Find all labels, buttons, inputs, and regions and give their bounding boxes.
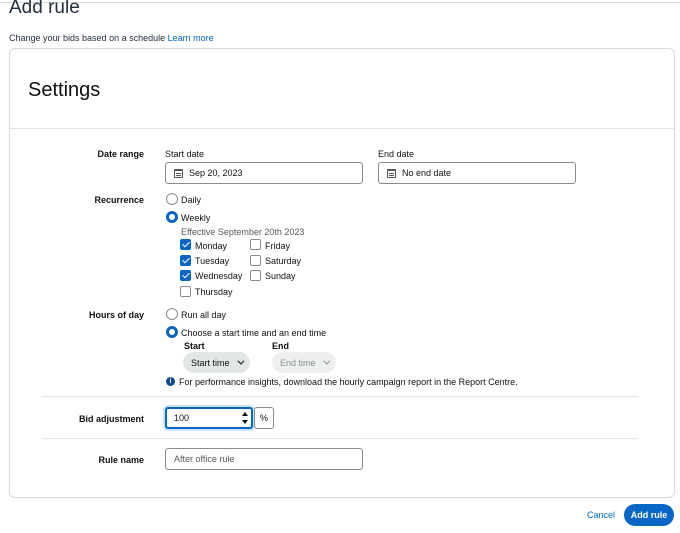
end-date-input[interactable]: No end date bbox=[378, 162, 576, 184]
end-date-value: No end date bbox=[402, 168, 452, 178]
daily-option-label: Daily bbox=[181, 195, 202, 205]
page-title: Add rule bbox=[9, 0, 80, 18]
rule-name-input[interactable]: After office rule bbox=[165, 448, 363, 470]
date-range-label: Date range bbox=[97, 149, 144, 159]
start-time-dropdown[interactable]: Start time bbox=[183, 352, 250, 373]
hourly-report-info: For performance insights, download the h… bbox=[179, 377, 518, 387]
thursday-checkbox[interactable] bbox=[180, 286, 191, 297]
wednesday-label: Wednesday bbox=[195, 271, 243, 281]
cancel-button[interactable]: Cancel bbox=[587, 510, 615, 520]
learn-more-link[interactable]: Learn more bbox=[168, 33, 214, 43]
settings-header-divider bbox=[10, 128, 674, 129]
custom-hours-radio[interactable] bbox=[166, 326, 178, 338]
settings-card: Settings Date range Start date Sep 20, 2… bbox=[9, 48, 675, 498]
bid-adjustment-value: 100 bbox=[174, 413, 190, 423]
hours-of-day-label: Hours of day bbox=[88, 310, 144, 320]
end-date-label: End date bbox=[378, 149, 415, 159]
tuesday-checkbox[interactable] bbox=[180, 255, 191, 266]
run-all-day-label: Run all day bbox=[181, 310, 227, 320]
start-date-value: Sep 20, 2023 bbox=[189, 168, 243, 178]
start-date-input[interactable]: Sep 20, 2023 bbox=[165, 162, 363, 184]
end-time-dropdown[interactable]: End time bbox=[272, 352, 336, 373]
weekly-option-label: Weekly bbox=[181, 213, 211, 223]
tuesday-label: Tuesday bbox=[195, 256, 230, 266]
recurrence-label: Recurrence bbox=[94, 195, 144, 205]
bid-adjustment-label: Bid adjustment bbox=[78, 414, 144, 424]
start-time-label: Start bbox=[184, 341, 205, 351]
percent-unit: % bbox=[254, 407, 274, 429]
section-divider bbox=[42, 396, 638, 397]
weekly-radio[interactable] bbox=[166, 211, 178, 223]
custom-hours-label: Choose a start time and an end time bbox=[181, 328, 327, 338]
wednesday-checkbox[interactable] bbox=[180, 270, 191, 281]
saturday-checkbox[interactable] bbox=[250, 255, 261, 266]
top-divider bbox=[0, 2, 680, 3]
chevron-down-icon bbox=[236, 357, 244, 365]
run-all-day-radio[interactable] bbox=[166, 308, 178, 320]
section-divider bbox=[42, 438, 638, 439]
calendar-icon bbox=[387, 168, 396, 178]
thursday-label: Thursday bbox=[195, 287, 233, 297]
end-time-label: End bbox=[272, 341, 289, 351]
saturday-label: Saturday bbox=[265, 256, 302, 266]
stepper-arrows-icon[interactable] bbox=[242, 412, 248, 424]
rule-name-value: After office rule bbox=[174, 454, 235, 464]
add-rule-button[interactable]: Add rule bbox=[624, 504, 674, 526]
start-date-label: Start date bbox=[165, 149, 205, 159]
monday-label: Monday bbox=[195, 241, 228, 251]
daily-radio[interactable] bbox=[166, 193, 178, 205]
settings-title: Settings bbox=[28, 79, 101, 101]
info-icon: i bbox=[166, 377, 175, 386]
monday-checkbox[interactable] bbox=[180, 239, 191, 250]
calendar-icon bbox=[174, 168, 183, 178]
friday-label: Friday bbox=[265, 241, 291, 251]
start-time-value: Start time bbox=[191, 357, 230, 368]
friday-checkbox[interactable] bbox=[250, 239, 261, 250]
end-time-value: End time bbox=[280, 357, 316, 368]
sunday-label: Sunday bbox=[265, 271, 296, 281]
page-subtitle: Change your bids based on a schedule Lea… bbox=[9, 33, 214, 43]
bid-adjustment-input[interactable]: 100 bbox=[165, 407, 253, 429]
subtitle-text: Change your bids based on a schedule bbox=[9, 33, 166, 43]
rule-name-label: Rule name bbox=[98, 455, 144, 465]
chevron-down-icon bbox=[322, 357, 330, 365]
sunday-checkbox[interactable] bbox=[250, 270, 261, 281]
effective-date-text: Effective September 20th 2023 bbox=[181, 227, 305, 237]
